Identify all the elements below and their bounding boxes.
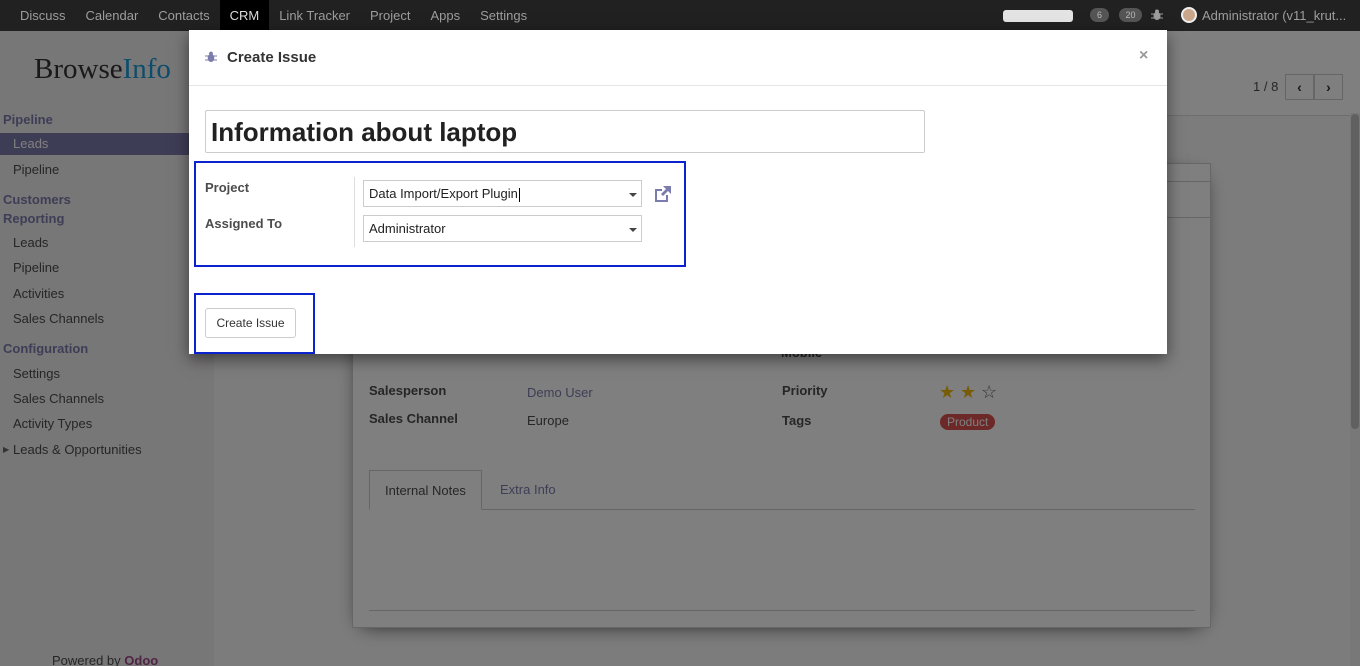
chat-icon[interactable]: 20 <box>1119 8 1142 22</box>
text-cursor <box>518 187 520 202</box>
highlight-fields-box <box>194 161 686 267</box>
assigned-to-value: Administrator <box>369 221 446 236</box>
assigned-to-select[interactable]: Administrator <box>363 215 642 242</box>
top-navbar: Discuss Calendar Contacts CRM Link Track… <box>0 0 1360 31</box>
menu-calendar[interactable]: Calendar <box>76 0 149 31</box>
create-issue-button[interactable]: Create Issue <box>205 308 296 338</box>
user-menu[interactable]: Administrator (v11_krut... <box>1202 8 1346 23</box>
field-separator <box>354 177 355 247</box>
menu-contacts[interactable]: Contacts <box>148 0 219 31</box>
close-icon[interactable]: × <box>1139 47 1148 65</box>
menu-crm[interactable]: CRM <box>219 0 270 31</box>
chevron-down-icon[interactable] <box>629 228 637 232</box>
menu-project[interactable]: Project <box>360 0 420 31</box>
message-count: 20 <box>1125 10 1136 20</box>
user-avatar[interactable] <box>1181 7 1197 23</box>
app-menu: Discuss Calendar Contacts CRM Link Track… <box>10 0 537 31</box>
bug-icon <box>205 51 217 62</box>
menu-discuss[interactable]: Discuss <box>10 0 76 31</box>
menu-link-tracker[interactable]: Link Tracker <box>269 0 360 31</box>
menu-settings[interactable]: Settings <box>470 0 537 31</box>
bug-debug-icon[interactable] <box>1151 9 1163 21</box>
create-issue-dialog: Create Issue × Information about laptop … <box>189 30 1167 354</box>
progress-bar[interactable] <box>1003 10 1073 22</box>
project-select[interactable]: Data Import/Export Plugin <box>363 180 642 207</box>
activity-count: 6 <box>1096 10 1102 20</box>
menu-apps[interactable]: Apps <box>420 0 470 31</box>
external-link-icon[interactable] <box>652 183 674 205</box>
project-value: Data Import/Export Plugin <box>369 186 518 201</box>
project-label: Project <box>205 180 250 195</box>
issue-title-input[interactable]: Information about laptop <box>205 110 925 153</box>
dialog-header: Create Issue × <box>189 30 1167 86</box>
assigned-to-label: Assigned To <box>205 216 283 231</box>
chevron-down-icon[interactable] <box>629 193 637 197</box>
activity-clock-icon[interactable]: 6 <box>1090 8 1109 22</box>
dialog-title: Create Issue <box>227 49 317 66</box>
